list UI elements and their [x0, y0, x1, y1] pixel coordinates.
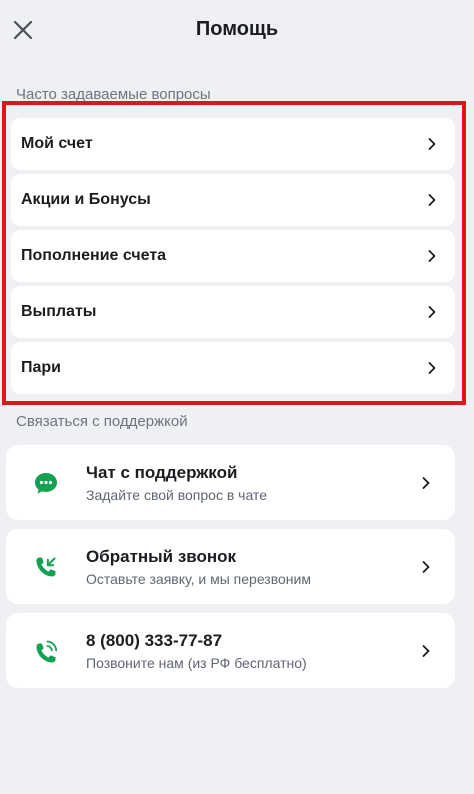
page-title: Помощь	[195, 18, 279, 40]
support-chat-subtitle: Задайте свой вопрос в чате	[86, 487, 267, 503]
support-chat-title: Чат с поддержкой	[86, 463, 238, 482]
header: Помощь	[0, 0, 474, 62]
faq-highlight-box	[2, 101, 466, 405]
callback-title: Обратный звонок	[86, 547, 237, 566]
hotline-card[interactable]: 8 (800) 333-77-87 Позвоните нам (из РФ б…	[6, 613, 455, 688]
hotline-subtitle: Позвоните нам (из РФ бесплатно)	[86, 655, 307, 671]
support-chat-card[interactable]: Чат с поддержкой Задайте свой вопрос в ч…	[6, 445, 455, 520]
chevron-right-icon	[422, 476, 430, 489]
phone-ringing-icon	[36, 640, 58, 663]
chevron-right-icon	[422, 644, 430, 657]
chat-icon	[35, 473, 57, 494]
chevron-right-icon	[422, 560, 430, 573]
callback-subtitle: Оставьте заявку, и мы перезвоним	[86, 571, 311, 587]
incoming-call-icon	[36, 557, 56, 577]
support-section-label: Связаться с поддержкой	[16, 413, 188, 430]
help-screen: Помощь Часто задаваемые вопросы Мой счет…	[0, 0, 474, 794]
callback-card[interactable]: Обратный звонок Оставьте заявку, и мы пе…	[6, 529, 455, 604]
hotline-number: 8 (800) 333-77-87	[86, 631, 223, 650]
